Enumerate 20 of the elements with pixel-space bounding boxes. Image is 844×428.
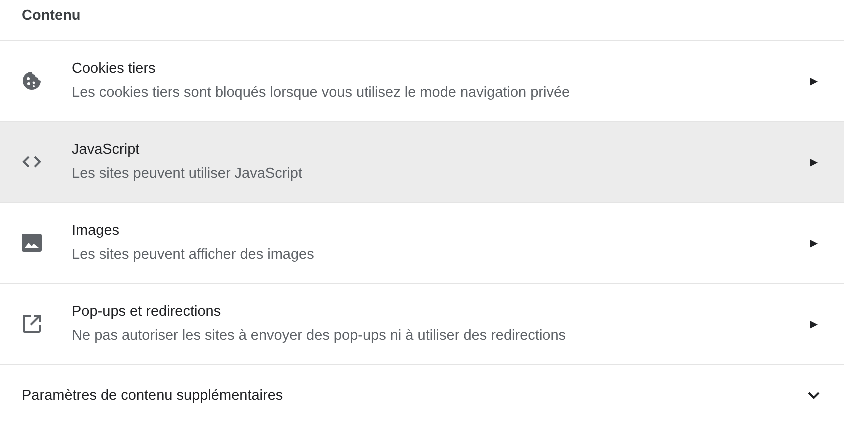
arrow-icon: ▸ [804, 71, 824, 91]
open-in-new-icon [22, 314, 42, 334]
row-title: Images [72, 223, 121, 239]
row-description: Les cookies tiers sont bloqués lorsque vous utilisez le mode navigation privée [72, 85, 572, 101]
row-title: JavaScript [72, 142, 141, 158]
arrow-icon: ▸ [804, 152, 824, 172]
row-description: Les sites peuvent afficher des images [72, 247, 316, 263]
settings-row[interactable]: JavaScript Les sites peuvent utiliser JavaScript ▸ [0, 122, 844, 202]
cookie-icon [22, 71, 42, 91]
section-title: Contenu [21, 7, 82, 26]
image-icon [22, 234, 42, 252]
row-title: Pop-ups et redirections [72, 304, 222, 320]
row-title: Cookies tiers [72, 61, 157, 77]
code-icon [22, 156, 42, 168]
row-description: Ne pas autoriser les sites à envoyer des pop-ups ni à utiliser des redirections [72, 328, 568, 344]
row-description: Les sites peuvent utiliser JavaScript [72, 166, 304, 182]
arrow-icon: ▸ [804, 314, 824, 334]
expandable-row[interactable]: Paramètres de contenu supplémentaires [0, 364, 844, 427]
arrow-icon: ▸ [804, 233, 824, 253]
row-title: Paramètres de contenu supplémentaires [22, 388, 284, 404]
